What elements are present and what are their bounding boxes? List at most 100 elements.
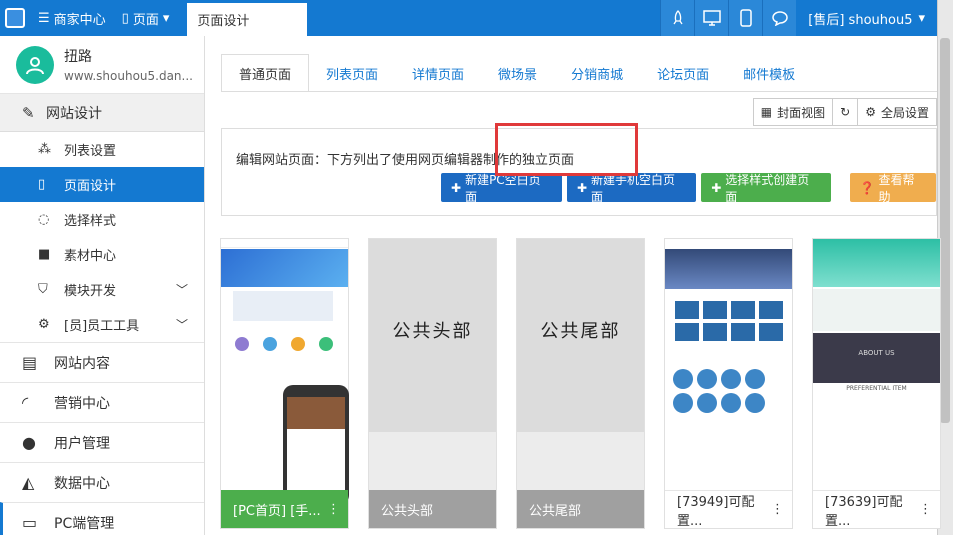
sidebar-item-label: 用户管理 — [54, 435, 110, 452]
sidebar-item-label: PC端管理 — [54, 515, 115, 532]
sidebar-item-users[interactable]: ● 用户管理 — [0, 422, 204, 462]
sidebar-item-label: 模块开发 — [64, 284, 117, 299]
area-chart-icon: ◭ — [22, 473, 35, 492]
file-icon: ▯ — [38, 177, 46, 192]
page-thumbnail: ABOUT US PREFERENTIAL ITEM — [813, 239, 940, 432]
page-card[interactable]: ABOUT US PREFERENTIAL ITEM [73639]可配置...… — [812, 238, 941, 529]
sidebar-item-label: 素材中心 — [64, 249, 117, 264]
chevron-down-icon: ﹀ — [175, 318, 188, 332]
sidebar-item-label: 网站内容 — [54, 355, 110, 372]
sidebar-item-pc-manage[interactable]: ▭ PC端管理 — [0, 502, 204, 535]
card-title: 公共头部 — [381, 503, 434, 519]
chat-icon[interactable] — [762, 0, 797, 36]
page-thumbnail — [665, 239, 792, 432]
tab-divider — [221, 91, 937, 92]
signal-icon: ◜ — [22, 393, 29, 412]
card-footer: 公共尾部 — [517, 490, 644, 528]
card-footer: [73949]可配置... ⋮ — [665, 490, 792, 529]
sidebar-group-site-design[interactable]: ✎ 网站设计 — [0, 94, 204, 132]
tab-micro-scene[interactable]: 微场景 — [481, 54, 554, 92]
page-card[interactable]: 公共尾部 公共尾部 — [516, 238, 645, 529]
sidebar-item-label: 页面设计 — [64, 179, 117, 194]
sidebar-item-data-center[interactable]: ◭ 数据中心 — [0, 462, 204, 502]
tab-email-template[interactable]: 邮件模板 — [726, 54, 812, 92]
sidebar-item-label: 营销中心 — [54, 395, 110, 412]
cover-view-button[interactable]: ▦ 封面视图 — [752, 98, 834, 126]
more-icon[interactable]: ⋮ — [771, 502, 784, 517]
page-type-tabs: 普通页面 列表页面 详情页面 微场景 分销商城 论坛页面 邮件模板 — [221, 54, 812, 92]
mobile-preview — [283, 385, 349, 505]
app-logo[interactable] — [0, 0, 30, 36]
thumbnail-pref-text: PREFERENTIAL ITEM — [846, 385, 907, 392]
avatar — [16, 45, 54, 84]
sidebar-item-materials[interactable]: ■ 素材中心 — [0, 237, 204, 272]
card-footer: [PC首页] [手... ⋮ — [221, 490, 348, 528]
gear-icon: ⚙ — [38, 317, 50, 332]
group-label: 网站设计 — [46, 105, 102, 122]
global-settings-label: 全局设置 — [880, 105, 929, 120]
card-title: [73639]可配置... — [825, 494, 903, 529]
new-mobile-page-button[interactable]: ✚ 新建手机空白页面 — [566, 173, 697, 204]
card-footer: [73639]可配置... ⋮ — [813, 490, 940, 529]
refresh-icon: ↻ — [840, 105, 851, 119]
spinner-icon: ◌ — [38, 212, 50, 227]
desktop-icon[interactable] — [694, 0, 729, 36]
tab-normal-page[interactable]: 普通页面 — [221, 54, 310, 92]
html5-icon: ⛉ — [38, 282, 48, 297]
highlight-box — [495, 123, 638, 176]
rocket-icon[interactable] — [660, 0, 695, 36]
merchant-center-menu[interactable]: ☰ 商家中心 — [30, 0, 114, 36]
view-toolbar: ▦ 封面视图 ↻ ⚙ 全局设置 — [752, 98, 937, 126]
page-card[interactable]: 公共头部 公共头部 — [368, 238, 497, 529]
page-thumbnail: 公共头部 — [369, 239, 496, 432]
sidebar-item-module-dev[interactable]: ⛉ 模块开发 ﹀ — [0, 272, 204, 307]
placeholder-text: 公共尾部 — [540, 321, 621, 342]
sidebar-item-label: 数据中心 — [54, 475, 110, 492]
card-title: [73949]可配置... — [677, 494, 755, 529]
card-title: [PC首页] [手... — [233, 503, 321, 519]
page-cards: [PC首页] [手... ⋮ 公共头部 公共头部 公共尾部 公共尾部 [7394… — [220, 238, 941, 529]
question-icon: ❓ — [859, 180, 875, 195]
sidebar-item-staff-tools[interactable]: ⚙ [员]员工工具 ﹀ — [0, 307, 204, 342]
tab-page-design[interactable]: 页面设计 — [187, 0, 308, 36]
sidebar-item-page-design[interactable]: ▯ 页面设计 — [0, 167, 204, 202]
sidebar-item-marketing[interactable]: ◜ 营销中心 — [0, 382, 204, 422]
sidebar-item-site-content[interactable]: ▤ 网站内容 — [0, 342, 204, 382]
sidebar-item-label: 列表设置 — [64, 144, 117, 159]
user-menu[interactable]: [售后] shouhou5 ▾ — [796, 0, 937, 36]
tab-distribution-mall[interactable]: 分销商城 — [554, 54, 640, 92]
user-icon: ● — [22, 433, 36, 452]
file-icon: ▯ — [121, 10, 129, 26]
profile-site: www.shouhou5.dan... — [64, 69, 193, 83]
plus-icon: ✚ — [576, 180, 588, 195]
more-icon[interactable]: ⋮ — [919, 502, 932, 517]
page-card[interactable]: [PC首页] [手... ⋮ — [220, 238, 349, 529]
sidebar-item-label: [员]员工工具 — [64, 319, 140, 334]
sidebar-item-select-style[interactable]: ◌ 选择样式 — [0, 202, 204, 237]
more-icon[interactable]: ⋮ — [327, 502, 340, 517]
user-name: [售后] shouhou5 — [808, 12, 913, 28]
card-footer: 公共头部 — [369, 490, 496, 528]
folder-icon: ■ — [38, 247, 51, 262]
gear-icon: ⚙ — [865, 105, 876, 119]
help-button[interactable]: ❓ 查看帮助 — [849, 172, 936, 204]
user-profile: 扭路 www.shouhou5.dan... — [0, 36, 204, 94]
tab-detail-page[interactable]: 详情页面 — [395, 54, 481, 92]
caret-down-icon: ▾ — [162, 10, 170, 26]
plus-icon: ✚ — [451, 180, 462, 195]
thumbnail-about-text: ABOUT US — [858, 349, 895, 357]
page-card[interactable]: [73949]可配置... ⋮ — [664, 238, 793, 529]
user-avatar-icon — [26, 56, 44, 74]
mobile-icon[interactable] — [728, 0, 763, 36]
button-label: 查看帮助 — [878, 172, 915, 204]
sidebar-item-list-settings[interactable]: ⁂ 列表设置 — [0, 132, 204, 167]
cover-view-label: 封面视图 — [777, 105, 826, 120]
refresh-button[interactable]: ↻ — [832, 98, 859, 126]
page-menu[interactable]: ▯ 页面 ▾ — [114, 0, 178, 36]
new-pc-page-button[interactable]: ✚ 新建PC空白页面 — [441, 173, 562, 204]
global-settings-button[interactable]: ⚙ 全局设置 — [857, 98, 937, 126]
main-content: 普通页面 列表页面 详情页面 微场景 分销商城 论坛页面 邮件模板 ▦ 封面视图… — [205, 36, 941, 535]
tab-list-page[interactable]: 列表页面 — [309, 54, 395, 92]
create-from-style-button[interactable]: ✚ 选择样式创建页面 — [701, 173, 831, 204]
tab-forum-page[interactable]: 论坛页面 — [640, 54, 726, 92]
